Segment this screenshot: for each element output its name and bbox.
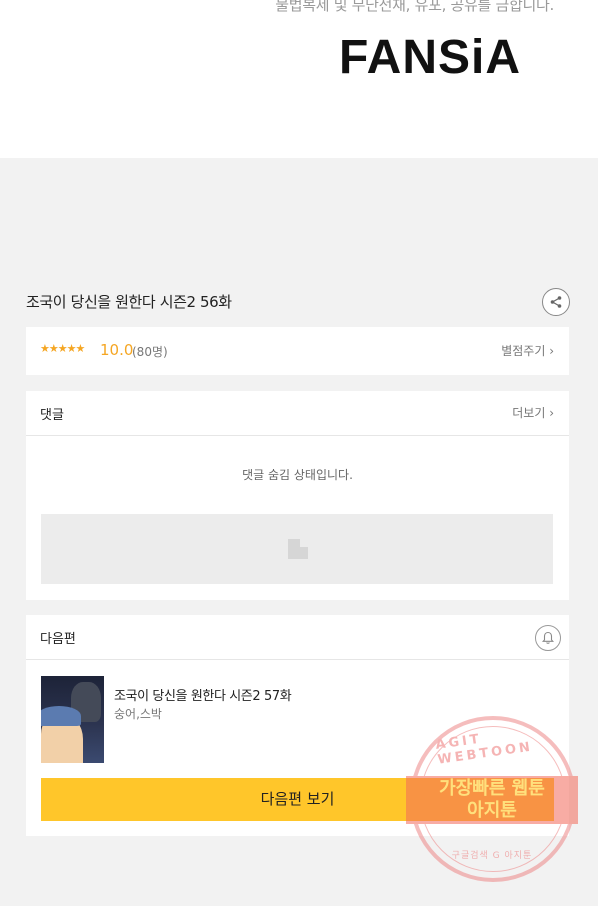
next-episode-title[interactable]: 조국이 당신을 원한다 시즌2 57화: [114, 685, 292, 704]
watermark-bottom-text: 구글검색 G 아지툰: [451, 851, 533, 861]
ad-placeholder[interactable]: [41, 514, 553, 584]
comments-card: 댓글 더보기 › 댓글 숨김 상태입니다.: [26, 391, 569, 600]
notification-button[interactable]: [535, 625, 561, 651]
rating-score: 10.0: [100, 341, 134, 359]
comments-hidden-message: 댓글 숨김 상태입니다.: [242, 468, 353, 482]
bell-icon: [541, 631, 555, 644]
comments-more-link[interactable]: 더보기 ›: [512, 404, 554, 421]
rating-card: ★★★★★ 10.0 (80명) 별점주기 ›: [26, 327, 569, 375]
share-icon: [550, 296, 562, 308]
episode-title: 조국이 당신을 원한다 시즌2 56화: [26, 293, 232, 311]
rate-button[interactable]: 별점주기 ›: [501, 342, 554, 359]
comments-label: 댓글: [40, 408, 64, 423]
next-episode-thumbnail[interactable]: [41, 676, 104, 763]
image-placeholder-icon: [288, 539, 308, 559]
episode-title-row: 조국이 당신을 원한다 시즌2 56화: [26, 286, 570, 316]
next-episode-card: 다음편 조국이 당신을 원한다 시즌2 57화 숭어,스박 다음편 보기: [26, 615, 569, 836]
copyright-notice: 불법복제 및 무단전재, 유포, 공유를 금합니다.: [275, 0, 554, 14]
share-button[interactable]: [542, 288, 570, 316]
next-episode-label: 다음편: [40, 632, 76, 647]
rating-stars: ★★★★★: [40, 342, 85, 355]
next-episode-header: 다음편: [26, 615, 569, 660]
rating-votes: (80명): [132, 345, 168, 359]
header-area: 불법복제 및 무단전재, 유포, 공유를 금합니다. FANSiA: [0, 0, 598, 158]
fansia-logo: FANSiA: [339, 31, 522, 84]
next-episode-button[interactable]: 다음편 보기: [41, 778, 554, 821]
next-episode-authors: 숭어,스박: [114, 707, 162, 721]
comments-header: 댓글 더보기 ›: [26, 391, 569, 436]
